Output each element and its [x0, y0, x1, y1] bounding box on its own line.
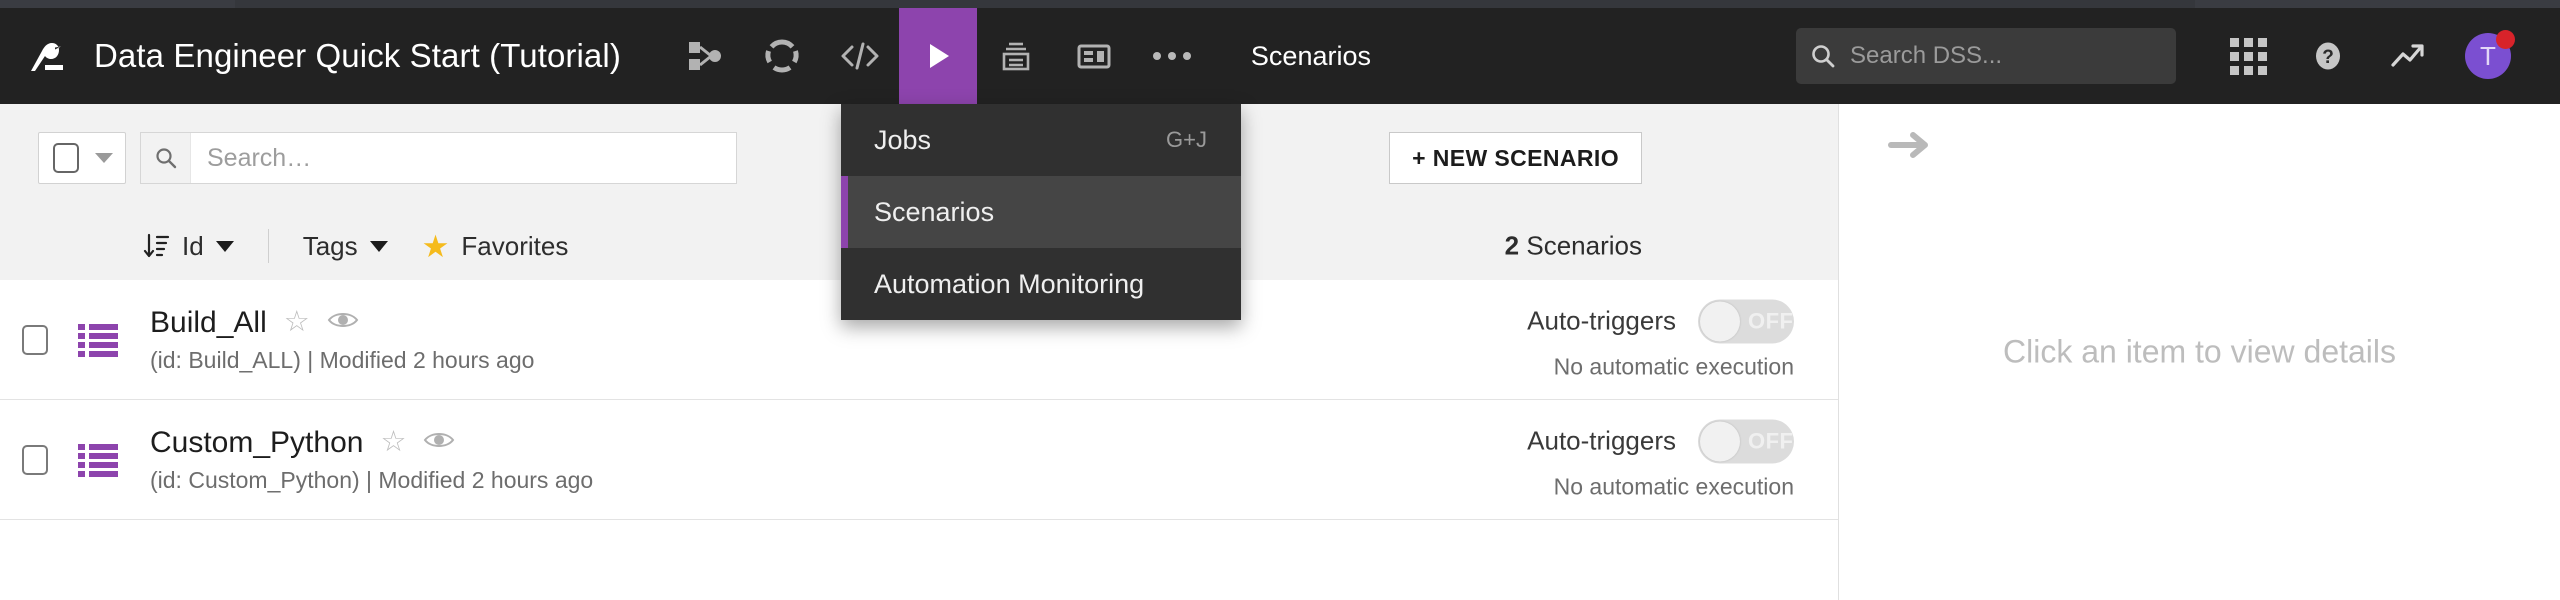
scenario-count-number: 2	[1504, 230, 1520, 261]
page-title: Data Engineer Quick Start (Tutorial)	[94, 37, 621, 74]
dataiku-bird-logo[interactable]	[0, 8, 94, 104]
search-dss-input[interactable]: Search DSS...	[1796, 28, 2176, 84]
favorites-label: Favorites	[461, 230, 569, 261]
auto-triggers-line: Auto-triggers OFF	[1527, 419, 1794, 463]
search-icon	[141, 133, 191, 183]
toggle-knob	[1700, 421, 1740, 461]
scenario-name[interactable]: Build_All	[150, 306, 267, 340]
search-dss-placeholder: Search DSS...	[1850, 42, 2003, 69]
favorites-filter[interactable]: ★ Favorites	[422, 231, 569, 262]
chevron-down-icon	[95, 153, 113, 163]
star-outline-icon[interactable]: ☆	[380, 428, 406, 457]
scenario-meta: (id: Custom_Python) | Modified 2 hours a…	[150, 466, 594, 493]
row-title-line: Build_All ☆	[150, 306, 534, 340]
print-stack-icon[interactable]	[977, 8, 1055, 104]
auto-triggers-label: Auto-triggers	[1527, 305, 1676, 336]
tags-label: Tags	[302, 230, 358, 261]
details-pane: Click an item to view details	[1838, 104, 2560, 600]
lab-icon[interactable]	[743, 8, 821, 104]
search-icon	[1812, 45, 1835, 68]
execution-note: No automatic execution	[1553, 353, 1794, 379]
scenario-meta: (id: Build_ALL) | Modified 2 hours ago	[150, 346, 535, 373]
row-content: Build_All ☆ (id: Build_ALL) | Modified 2…	[150, 306, 534, 374]
select-all-checkbox[interactable]	[53, 143, 79, 173]
execution-note: No automatic execution	[1553, 473, 1794, 499]
auto-triggers-label: Auto-triggers	[1527, 425, 1676, 456]
apps-grid-icon[interactable]	[2210, 8, 2286, 104]
scenario-list-icon	[76, 320, 120, 360]
dashboard-icon[interactable]	[1055, 8, 1133, 104]
tags-filter[interactable]: Tags	[303, 231, 388, 262]
table-row[interactable]: Custom_Python ☆ (id: Custom_Python) | Mo…	[0, 400, 1838, 520]
trends-arrow-icon[interactable]	[2370, 8, 2446, 104]
breadcrumb: Scenarios	[1250, 40, 1371, 71]
row-trigger-cell: Auto-triggers OFF No automatic execution	[1527, 419, 1838, 500]
chevron-down-icon	[369, 240, 388, 252]
auto-triggers-toggle[interactable]: OFF	[1698, 299, 1794, 343]
header-nav-icons	[665, 8, 1211, 104]
scenario-name[interactable]: Custom_Python	[150, 426, 363, 460]
row-checkbox[interactable]	[22, 324, 48, 355]
app-header: Data Engineer Quick Start (Tutorial) Sce…	[0, 8, 2560, 104]
flow-icon[interactable]	[665, 8, 743, 104]
select-all-dropdown[interactable]	[38, 132, 126, 184]
automation-play-icon[interactable]	[898, 8, 977, 104]
sort-control[interactable]: Id	[142, 231, 234, 262]
menu-item-jobs-label: Jobs	[874, 124, 932, 155]
empty-state-message: Click an item to view details	[2002, 333, 2397, 370]
help-question-icon[interactable]: ?	[2290, 8, 2366, 104]
code-icon[interactable]	[821, 8, 899, 104]
scenario-list-icon	[76, 440, 120, 480]
notification-badge	[2496, 30, 2515, 49]
star-outline-icon[interactable]: ☆	[284, 308, 310, 337]
sort-label: Id	[182, 230, 204, 261]
scenario-count: 2 Scenarios	[1505, 231, 1642, 262]
menu-item-jobs[interactable]: Jobs G+J	[841, 104, 1241, 176]
auto-triggers-line: Auto-triggers OFF	[1527, 299, 1794, 343]
automation-dropdown-menu: Jobs G+J Scenarios Automation Monitoring	[841, 104, 1241, 320]
menu-item-scenarios-label: Scenarios	[874, 196, 995, 227]
window-top-strip-inner	[235, 0, 2195, 8]
new-scenario-button[interactable]: + NEW SCENARIO	[1389, 132, 1642, 184]
search-input-placeholder: Search…	[207, 143, 312, 172]
arrow-right-icon[interactable]	[1887, 128, 1933, 167]
toggle-knob	[1700, 301, 1740, 341]
menu-item-scenarios[interactable]: Scenarios	[841, 176, 1241, 248]
avatar[interactable]: T	[2450, 8, 2526, 104]
row-title-line: Custom_Python ☆	[150, 426, 593, 460]
header-right-cluster: Search DSS... ? T	[1796, 8, 2560, 104]
star-filled-icon: ★	[421, 228, 450, 264]
eye-icon[interactable]	[327, 309, 359, 336]
search-input[interactable]: Search…	[140, 132, 737, 184]
scenario-count-label: Scenarios	[1526, 230, 1642, 261]
row-content: Custom_Python ☆ (id: Custom_Python) | Mo…	[150, 426, 593, 494]
menu-item-automation-monitoring[interactable]: Automation Monitoring	[841, 248, 1241, 320]
row-trigger-cell: Auto-triggers OFF No automatic execution	[1527, 299, 1838, 380]
menu-item-automation-monitoring-label: Automation Monitoring	[874, 268, 1145, 299]
toggle-state-label: OFF	[1748, 428, 1794, 453]
eye-icon[interactable]	[423, 429, 455, 456]
svg-text:?: ?	[2322, 47, 2334, 68]
auto-triggers-toggle[interactable]: OFF	[1698, 419, 1794, 463]
chevron-down-icon	[215, 240, 234, 252]
menu-item-jobs-shortcut: G+J	[1166, 127, 1207, 152]
more-dots-icon[interactable]	[1133, 8, 1211, 104]
window-top-strip	[0, 0, 2560, 8]
divider	[267, 229, 269, 263]
toggle-state-label: OFF	[1748, 308, 1794, 333]
sort-descending-icon	[143, 233, 170, 258]
row-checkbox[interactable]	[22, 444, 48, 475]
